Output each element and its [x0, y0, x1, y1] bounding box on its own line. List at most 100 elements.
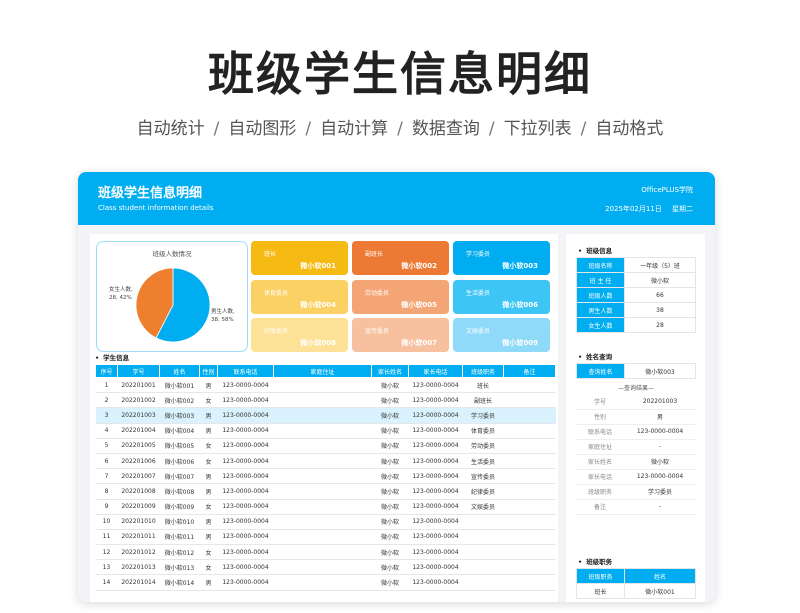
table-row[interactable]: 9 202201009 微小软009 女 123-0000-0004 微小软 123-000… — [95, 499, 556, 515]
table-cell[interactable]: 123-0000-0004 — [408, 559, 463, 576]
table-cell[interactable] — [273, 483, 372, 500]
table-cell[interactable]: 202201001 — [117, 377, 160, 394]
table-cell[interactable]: 123-0000-0004 — [408, 453, 463, 470]
table-row[interactable]: 1 202201001 微小软001 男 123-0000-0004 微小软 123-000… — [95, 377, 556, 394]
table-cell[interactable]: 微小软013 — [159, 559, 200, 576]
table-cell[interactable]: 123-0000-0004 — [408, 529, 463, 546]
table-cell[interactable]: 男 — [199, 529, 218, 546]
table-row[interactable]: 3 202201003 微小软003 男 123-0000-0004 微小软 123-000… — [95, 407, 556, 424]
table-row[interactable]: 13 202201013 微小软013 女 123-0000-0004 微小软 123-00… — [95, 559, 556, 576]
table-cell[interactable]: 微小软 — [371, 453, 409, 470]
table-row[interactable]: 4 202201004 微小软004 男 123-0000-0004 微小软 123-000… — [95, 423, 556, 439]
table-cell[interactable] — [273, 499, 372, 515]
table-cell[interactable]: 11 — [95, 529, 118, 546]
table-row[interactable]: 2 202201002 微小软002 女 123-0000-0004 微小软 123-000… — [95, 392, 556, 409]
table-cell[interactable]: 123-0000-0004 — [217, 499, 274, 515]
table-cell[interactable]: 123-0000-0004 — [217, 544, 274, 561]
table-cell[interactable]: 体育委员 — [462, 423, 504, 439]
table-row[interactable]: 12 202201012 微小软012 女 123-0000-0004 微小软 123-00… — [95, 544, 556, 561]
table-cell[interactable] — [462, 559, 504, 576]
table-cell[interactable]: 微小软 — [371, 438, 409, 454]
table-cell[interactable]: 男 — [199, 468, 218, 485]
table-cell[interactable]: 微小软 — [371, 407, 409, 424]
table-cell[interactable] — [273, 438, 372, 454]
query-name-input[interactable]: 微小软003 — [624, 363, 696, 379]
table-cell[interactable] — [503, 407, 556, 424]
table-cell[interactable] — [273, 529, 372, 546]
table-cell[interactable]: 123-0000-0004 — [408, 514, 463, 530]
table-cell[interactable]: 生活委员 — [462, 453, 504, 470]
table-cell[interactable]: 微小软 — [371, 377, 409, 394]
table-cell[interactable]: 7 — [95, 468, 118, 485]
table-cell[interactable] — [462, 529, 504, 546]
column-header[interactable]: 家庭住址 — [273, 364, 372, 378]
table-cell[interactable] — [503, 377, 556, 394]
table-cell[interactable] — [273, 544, 372, 561]
table-cell[interactable]: 202201011 — [117, 529, 160, 546]
table-cell[interactable]: 微小软 — [371, 529, 409, 546]
table-cell[interactable]: 微小软 — [371, 544, 409, 561]
table-cell[interactable]: 女 — [199, 544, 218, 561]
table-cell[interactable]: 女 — [199, 453, 218, 470]
table-cell[interactable]: 202201003 — [117, 407, 160, 424]
table-cell[interactable]: 文娱委员 — [462, 499, 504, 515]
table-cell[interactable]: 123-0000-0004 — [408, 468, 463, 485]
table-cell[interactable]: 微小软 — [371, 559, 409, 576]
table-cell[interactable]: 微小软 — [371, 574, 409, 591]
table-cell[interactable]: 202201014 — [117, 574, 160, 591]
table-cell[interactable]: 微小软011 — [159, 529, 200, 546]
column-header[interactable]: 备注 — [503, 364, 556, 378]
table-cell[interactable]: 2 — [95, 392, 118, 409]
column-header[interactable]: 学号 — [117, 364, 160, 378]
table-cell[interactable]: 123-0000-0004 — [217, 407, 274, 424]
table-cell[interactable] — [503, 544, 556, 561]
table-cell[interactable]: 123-0000-0004 — [408, 438, 463, 454]
table-cell[interactable]: 班长 — [462, 377, 504, 394]
table-cell[interactable]: 123-0000-0004 — [408, 392, 463, 409]
table-cell[interactable]: 3 — [95, 407, 118, 424]
table-cell[interactable]: 微小软 — [371, 423, 409, 439]
table-cell[interactable]: 202201013 — [117, 559, 160, 576]
table-cell[interactable]: 微小软009 — [159, 499, 200, 515]
table-cell[interactable]: 宣传委员 — [462, 468, 504, 485]
table-cell[interactable]: 13 — [95, 559, 118, 576]
table-cell[interactable]: 8 — [95, 483, 118, 500]
table-cell[interactable]: 微小软004 — [159, 423, 200, 439]
table-cell[interactable]: 女 — [199, 499, 218, 515]
table-cell[interactable] — [503, 529, 556, 546]
table-cell[interactable]: 202201010 — [117, 514, 160, 530]
column-header[interactable]: 联系电话 — [217, 364, 274, 378]
table-cell[interactable]: 4 — [95, 423, 118, 439]
table-cell[interactable]: 123-0000-0004 — [217, 574, 274, 591]
table-cell[interactable]: 123-0000-0004 — [408, 544, 463, 561]
table-row[interactable]: 6 202201006 微小软006 女 123-0000-0004 微小软 123-000… — [95, 453, 556, 470]
table-cell[interactable]: 123-0000-0004 — [408, 499, 463, 515]
table-cell[interactable] — [503, 468, 556, 485]
table-cell[interactable]: 微小软005 — [159, 438, 200, 454]
table-cell[interactable]: 男 — [199, 514, 218, 530]
column-header[interactable]: 姓名 — [159, 364, 200, 378]
table-cell[interactable]: 微小软010 — [159, 514, 200, 530]
table-cell[interactable]: 男 — [199, 423, 218, 439]
table-cell[interactable]: 9 — [95, 499, 118, 515]
table-cell[interactable]: 微小软 — [371, 483, 409, 500]
table-row[interactable]: 7 202201007 微小软007 男 123-0000-0004 微小软 123-000… — [95, 468, 556, 485]
table-cell[interactable]: 202201006 — [117, 453, 160, 470]
table-cell[interactable]: 202201012 — [117, 544, 160, 561]
column-header[interactable]: 家长姓名 — [371, 364, 409, 378]
table-cell[interactable]: 学习委员 — [462, 407, 504, 424]
table-row[interactable]: 11 202201011 微小软011 男 123-0000-0004 微小软 123-00… — [95, 529, 556, 546]
table-cell[interactable]: 纪律委员 — [462, 483, 504, 500]
table-cell[interactable] — [503, 453, 556, 470]
column-header[interactable]: 班级职务 — [462, 364, 504, 378]
table-cell[interactable]: 202201009 — [117, 499, 160, 515]
table-cell[interactable]: 123-0000-0004 — [408, 483, 463, 500]
table-cell[interactable]: 男 — [199, 407, 218, 424]
table-cell[interactable]: 微小软001 — [159, 377, 200, 394]
table-cell[interactable] — [273, 407, 372, 424]
table-cell[interactable]: 1 — [95, 377, 118, 394]
table-cell[interactable]: 14 — [95, 574, 118, 591]
table-cell[interactable] — [273, 453, 372, 470]
table-cell[interactable]: 微小软008 — [159, 483, 200, 500]
table-cell[interactable] — [503, 574, 556, 591]
